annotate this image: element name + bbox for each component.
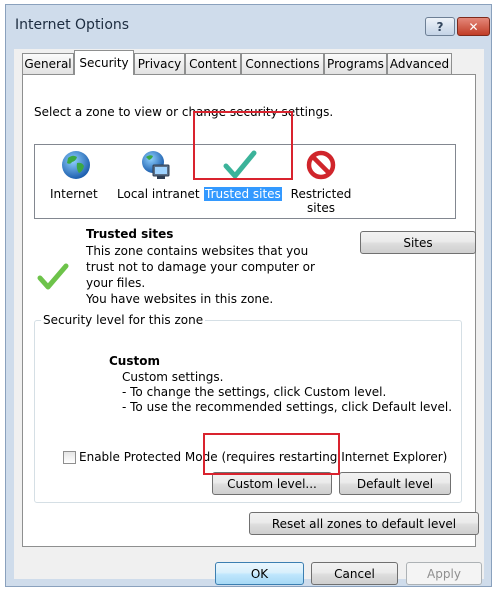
button-label: Cancel (334, 566, 375, 581)
help-icon: ? (436, 19, 444, 34)
button-label: Default level (356, 476, 434, 491)
apply-button[interactable]: Apply (406, 562, 482, 585)
tab-connections[interactable]: Connections (241, 53, 324, 74)
cancel-button[interactable]: Cancel (311, 562, 398, 585)
custom-level-button[interactable]: Custom level... (212, 472, 332, 495)
title-bar[interactable]: Internet Options ? ✕ (6, 5, 491, 49)
ok-button[interactable]: OK (215, 562, 304, 585)
zone-info-line: trust not to damage your computer or (86, 260, 315, 274)
tab-general[interactable]: General (22, 53, 74, 74)
zone-restricted-sites[interactable]: Restricted sites (285, 147, 357, 215)
security-level-line: - To change the settings, click Custom l… (122, 385, 387, 399)
protected-mode-checkbox[interactable] (63, 451, 76, 464)
tab-label: Security (79, 56, 129, 70)
zone-info-title: Trusted sites (86, 227, 174, 241)
tab-label: Advanced (389, 57, 450, 71)
tab-label: Connections (245, 57, 320, 71)
tab-security[interactable]: Security (74, 50, 134, 75)
zone-info-line: You have websites in this zone. (86, 292, 274, 306)
highlight-trusted-sites (193, 111, 293, 180)
tab-label: Programs (327, 57, 384, 71)
button-label: Reset all zones to default level (271, 516, 457, 531)
group-title: Security level for this zone (41, 313, 206, 327)
restricted-icon (306, 150, 336, 180)
tab-content[interactable]: Content (185, 53, 241, 74)
internet-options-window: Internet Options ? ✕ General Security Pr… (5, 4, 492, 587)
tab-label: Privacy (137, 57, 182, 71)
zone-info-line: your files. (86, 276, 146, 290)
close-icon: ✕ (468, 19, 479, 34)
tab-label: Content (189, 57, 237, 71)
security-level-line: - To use the recommended settings, click… (122, 400, 453, 414)
globe-icon (62, 151, 90, 179)
zone-info-line: This zone contains websites that you (86, 244, 309, 258)
default-level-button[interactable]: Default level (339, 472, 451, 495)
tab-advanced[interactable]: Advanced (387, 53, 452, 74)
tab-programs[interactable]: Programs (324, 53, 387, 74)
intranet-icon (142, 151, 170, 179)
tab-privacy[interactable]: Privacy (134, 53, 185, 74)
zone-local-intranet[interactable]: Local intranet (117, 147, 201, 213)
highlight-custom-level (203, 433, 340, 475)
security-level-group: Security level for this zone Custom Cust… (34, 313, 462, 503)
button-label: OK (250, 566, 269, 581)
close-button[interactable]: ✕ (457, 17, 490, 36)
button-label: Apply (427, 566, 461, 581)
tab-label: General (24, 57, 72, 71)
zone-label: Restricted sites (288, 187, 354, 215)
security-level-description: Custom settings. - To change the setting… (122, 370, 452, 415)
zone-internet[interactable]: Internet (48, 147, 100, 213)
zone-label-line: Restricted (290, 187, 352, 201)
help-button[interactable]: ? (425, 17, 455, 36)
window-title: Internet Options (15, 17, 130, 33)
zone-label-line: sites (307, 201, 335, 215)
zone-info-description: This zone contains websites that you tru… (86, 243, 315, 307)
button-label: Sites (403, 235, 433, 250)
zone-label: Local intranet (117, 187, 200, 201)
zone-label: Internet (50, 187, 98, 201)
security-level-line: Custom settings. (122, 370, 224, 384)
security-level-name: Custom (109, 354, 160, 368)
button-label: Custom level... (227, 476, 317, 491)
sites-button[interactable]: Sites (360, 231, 476, 254)
zone-label-selected: Trusted sites (204, 187, 282, 201)
trusted-checkmark-icon (37, 263, 69, 290)
reset-all-zones-button[interactable]: Reset all zones to default level (249, 512, 479, 535)
